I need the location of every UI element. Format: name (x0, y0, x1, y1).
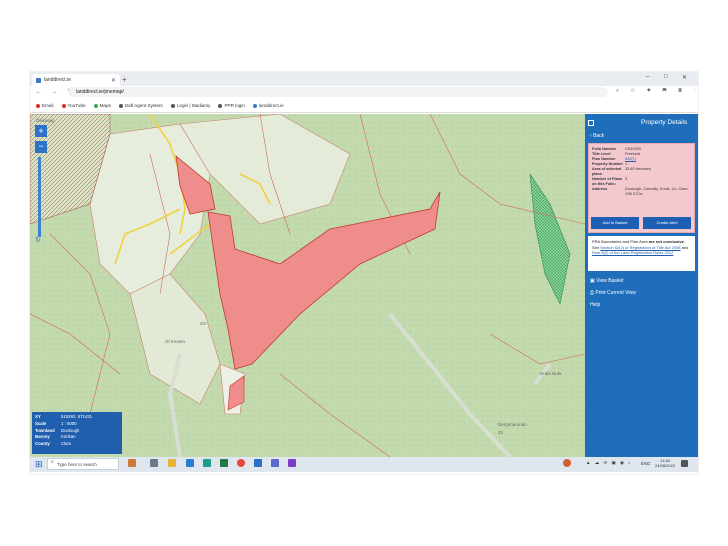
detail-row: Area of selected plans 33.60 Hectares (592, 167, 691, 177)
map-info-box: XY 515292, 671431 Scale 1 : 5000 Townland D… (32, 412, 122, 454)
close-window-button[interactable]: ✕ (682, 74, 687, 81)
create-alert-button[interactable]: Create Alert (643, 217, 691, 229)
info-key: Barony (35, 434, 50, 440)
map-label: Gl Knoten (165, 339, 186, 344)
refresh-icon[interactable]: ↻ (35, 236, 41, 244)
map-canvas (30, 114, 585, 457)
bookmark-youtube[interactable]: YouTube (61, 103, 86, 108)
app-icon[interactable] (288, 459, 296, 467)
bookmark-maps[interactable]: Maps (93, 103, 111, 108)
panel-toggle-icon[interactable] (588, 120, 594, 126)
search-icon: ⌕ (51, 459, 54, 465)
help-link[interactable]: Help (590, 302, 600, 308)
edge-icon[interactable] (203, 459, 211, 467)
print-view-link[interactable]: ⎙ Print Current View (590, 290, 636, 296)
app-icon[interactable] (271, 459, 279, 467)
browser-tab-bar (30, 72, 698, 86)
detail-key: Area of selected plans (592, 167, 622, 176)
youtube-icon (61, 103, 66, 108)
browser-extension-icons[interactable]: ⌕ ☆ ✦ ⚑ ▣ ⋮ (616, 88, 700, 95)
print-view-label: Print Current View (595, 290, 636, 296)
info-key: Townland (35, 427, 55, 433)
taskbar-search-input[interactable]: Type here to search (47, 458, 119, 470)
info-key: County (35, 441, 50, 447)
info-value: 515292, 671431 (61, 414, 93, 419)
notification-icon[interactable] (681, 460, 688, 467)
section-62-link[interactable]: Section 62(2) of Registration of Title A… (600, 245, 680, 250)
landdirect-icon (252, 103, 257, 108)
back-button[interactable]: ‹ Back (590, 133, 604, 139)
view-basket-label: View Basket (596, 278, 624, 284)
store-icon[interactable] (186, 459, 194, 467)
browser-tab[interactable]: landdirect.ie ✕ (32, 74, 120, 86)
map-label: Drabi Nulu (540, 371, 562, 376)
gmail-icon (36, 103, 40, 108)
bookmark-login[interactable]: Login | Madiamy (170, 103, 210, 108)
detail-key: Address (592, 187, 608, 191)
map-label: Derrymaurnan (498, 422, 527, 427)
note-text: and (681, 244, 689, 250)
globe-icon (118, 103, 123, 108)
tab-favicon-icon (36, 77, 41, 83)
minimize-button[interactable]: – (646, 74, 649, 80)
tab-close-icon[interactable]: ✕ (111, 77, 116, 84)
info-value: Doolough (61, 427, 80, 433)
detail-value: 33.60 Hectares (625, 167, 651, 171)
detail-key: Number of Plans on this Folio: (592, 177, 623, 186)
back-label: Back (593, 133, 605, 139)
map-label: Zm (200, 321, 207, 326)
detail-row: Address Doolough, Connolly, Ennis, Co. Cl… (592, 187, 691, 197)
zoom-in-button[interactable]: + (35, 125, 47, 137)
language-indicator[interactable]: ENG (641, 461, 650, 466)
tab-title: landdirect.ie (44, 77, 71, 83)
zoom-out-button[interactable]: − (35, 141, 47, 153)
windows-start-icon[interactable]: ⊞ (35, 459, 43, 470)
globe-icon (170, 103, 175, 108)
taskbar-clock[interactable]: 11:46 24/08/2022 (655, 458, 675, 468)
bookmark-ppr[interactable]: PPR login (218, 103, 245, 108)
add-to-basket-button[interactable]: Add to Basket (591, 217, 639, 229)
info-key: XY (35, 414, 41, 419)
note-text: PRA Boundaries and Plan Area (592, 239, 648, 244)
zoom-slider[interactable] (38, 157, 41, 237)
bookmark-daft[interactable]: Daft Agent System (118, 103, 163, 108)
outlook-icon[interactable] (254, 459, 262, 467)
detail-row: Number of Plans on this Folio: 3 (592, 177, 691, 187)
file-explorer-icon[interactable] (168, 459, 176, 467)
info-value: 1 : 5000 (61, 420, 77, 426)
globe-icon (218, 103, 223, 108)
view-basket-link[interactable]: ▣ View Basket (590, 278, 624, 284)
url-field[interactable]: landdirect.ie/pnemap/ (68, 87, 608, 97)
system-tray-icons[interactable]: ▲ ☁ ✉ ▣ ◉ ♪ (586, 460, 632, 466)
map-label: Gleninag (36, 118, 55, 123)
maps-icon (93, 103, 98, 108)
weather-icon[interactable] (563, 459, 571, 467)
detail-value: Doolough, Connolly, Ennis, Co. Clare, V9… (625, 187, 689, 196)
bookmark-email[interactable]: Email (36, 103, 54, 108)
excel-icon[interactable] (220, 459, 228, 467)
info-value: Clare (61, 441, 72, 447)
clock-date: 24/08/2022 (655, 463, 676, 468)
rule-8-link[interactable]: Rule 8(2) of the Land Registration Rules… (592, 250, 673, 255)
new-tab-button[interactable]: + (122, 75, 127, 84)
note-bold-text: are not conclusive (648, 239, 684, 244)
info-value: Kirrikan (61, 434, 76, 440)
bookmarks-bar: Email YouTube Maps Daft Agent System Log… (30, 99, 698, 113)
note-text: See (592, 244, 600, 250)
task-view-icon[interactable] (150, 459, 158, 467)
chrome-icon[interactable] (237, 459, 245, 467)
info-key: Scale (35, 420, 47, 426)
app-icon[interactable] (128, 459, 136, 467)
maximize-button[interactable]: □ (664, 74, 668, 80)
detail-value: 3 (625, 177, 628, 181)
panel-title: Property Details (641, 119, 688, 126)
bookmark-landdirect[interactable]: landdirect.ie (252, 103, 284, 108)
disclaimer-note: PRA Boundaries and Plan Area are not con… (588, 236, 695, 271)
map-label: Zn (498, 430, 504, 435)
map-viewport[interactable]: Gleninag Zm Gl Knoten Drabi Nulu Derryma… (30, 114, 585, 457)
